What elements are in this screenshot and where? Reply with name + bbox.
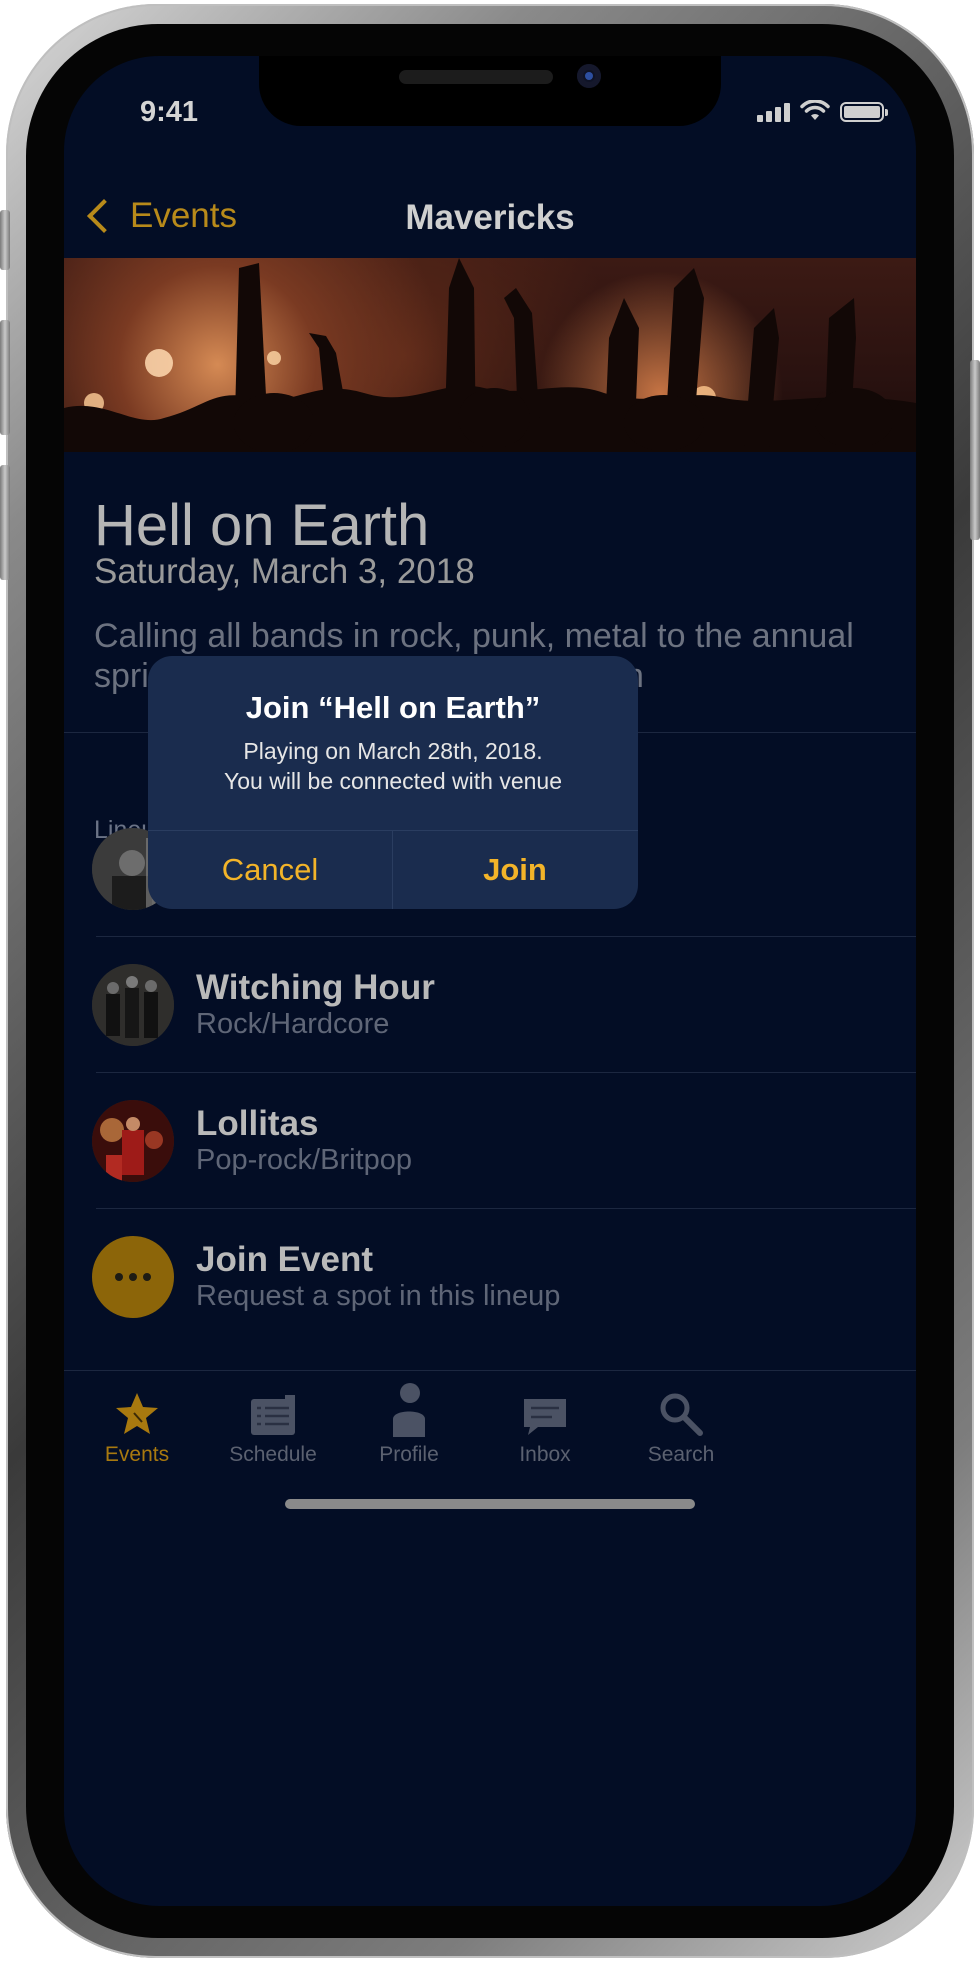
join-event-title: Join Event bbox=[196, 1240, 373, 1279]
avatar bbox=[92, 1100, 174, 1182]
navigation-bar: Events Mavericks bbox=[64, 196, 916, 256]
join-button[interactable]: Join bbox=[393, 831, 637, 909]
band-genre: Rock/Hardcore bbox=[196, 1008, 390, 1040]
profile-icon bbox=[393, 1383, 425, 1437]
volume-up-button bbox=[0, 320, 10, 435]
alert-title: Join “Hell on Earth” bbox=[245, 690, 541, 725]
tab-label: Profile bbox=[379, 1443, 439, 1466]
band-genre: Pop-rock/Britpop bbox=[196, 1144, 412, 1176]
band-name: Witching Hour bbox=[196, 968, 435, 1007]
silent-switch bbox=[0, 210, 10, 270]
band-name: Lollitas bbox=[196, 1104, 319, 1143]
tab-search[interactable]: Search bbox=[611, 1381, 751, 1467]
battery-icon bbox=[840, 102, 888, 122]
tab-schedule[interactable]: Schedule bbox=[203, 1381, 343, 1467]
notch bbox=[259, 56, 721, 126]
status-icons bbox=[757, 100, 888, 122]
star-icon bbox=[116, 1393, 158, 1434]
wifi-icon bbox=[800, 100, 830, 120]
concert-crowd-graphic bbox=[64, 258, 916, 452]
alert-message: Playing on March 28th, 2018. You will be… bbox=[168, 736, 618, 796]
front-camera bbox=[577, 64, 601, 88]
divider bbox=[96, 936, 916, 937]
nav-title: Mavericks bbox=[405, 198, 575, 237]
join-alert-dialog: Join “Hell on Earth” Playing on March 28… bbox=[148, 656, 638, 909]
app-screen: 9:41 Events Mavericks Hell on Earth Satu… bbox=[64, 56, 916, 1906]
tab-label: Search bbox=[647, 1443, 715, 1466]
more-icon bbox=[92, 1236, 174, 1318]
divider bbox=[96, 1208, 916, 1209]
home-indicator[interactable] bbox=[285, 1499, 695, 1509]
tab-profile[interactable]: Profile bbox=[339, 1381, 479, 1467]
join-event-row[interactable]: Join Event Request a spot in this lineup bbox=[64, 1236, 916, 1372]
alert-message-line: You will be connected with venue bbox=[224, 768, 562, 794]
event-title: Hell on Earth bbox=[94, 493, 430, 558]
status-time: 9:41 bbox=[140, 96, 199, 128]
tab-label: Events bbox=[104, 1443, 170, 1466]
divider bbox=[96, 1072, 916, 1073]
power-button bbox=[970, 360, 980, 540]
volume-down-button bbox=[0, 465, 10, 580]
tab-label: Inbox bbox=[519, 1443, 571, 1466]
tab-inbox[interactable]: Inbox bbox=[475, 1381, 615, 1467]
inbox-icon bbox=[524, 1399, 566, 1435]
tab-bar: Events Schedule Profile Inbox Search bbox=[64, 1370, 916, 1521]
avatar bbox=[92, 964, 174, 1046]
tab-label: Schedule bbox=[229, 1443, 317, 1466]
cellular-signal-icon bbox=[757, 102, 790, 122]
search-icon bbox=[660, 1393, 703, 1436]
list-item[interactable]: Witching Hour Rock/Hardcore bbox=[64, 964, 916, 1100]
tab-events[interactable]: Events bbox=[67, 1381, 207, 1467]
join-event-subtitle: Request a spot in this lineup bbox=[196, 1280, 561, 1312]
schedule-icon bbox=[251, 1395, 295, 1435]
speaker bbox=[399, 70, 553, 84]
cancel-button[interactable]: Cancel bbox=[148, 831, 392, 909]
list-item[interactable]: Lollitas Pop-rock/Britpop bbox=[64, 1100, 916, 1236]
event-date: Saturday, March 3, 2018 bbox=[94, 552, 475, 591]
alert-message-line: Playing on March 28th, 2018. bbox=[243, 738, 543, 764]
event-hero-image bbox=[64, 258, 916, 452]
